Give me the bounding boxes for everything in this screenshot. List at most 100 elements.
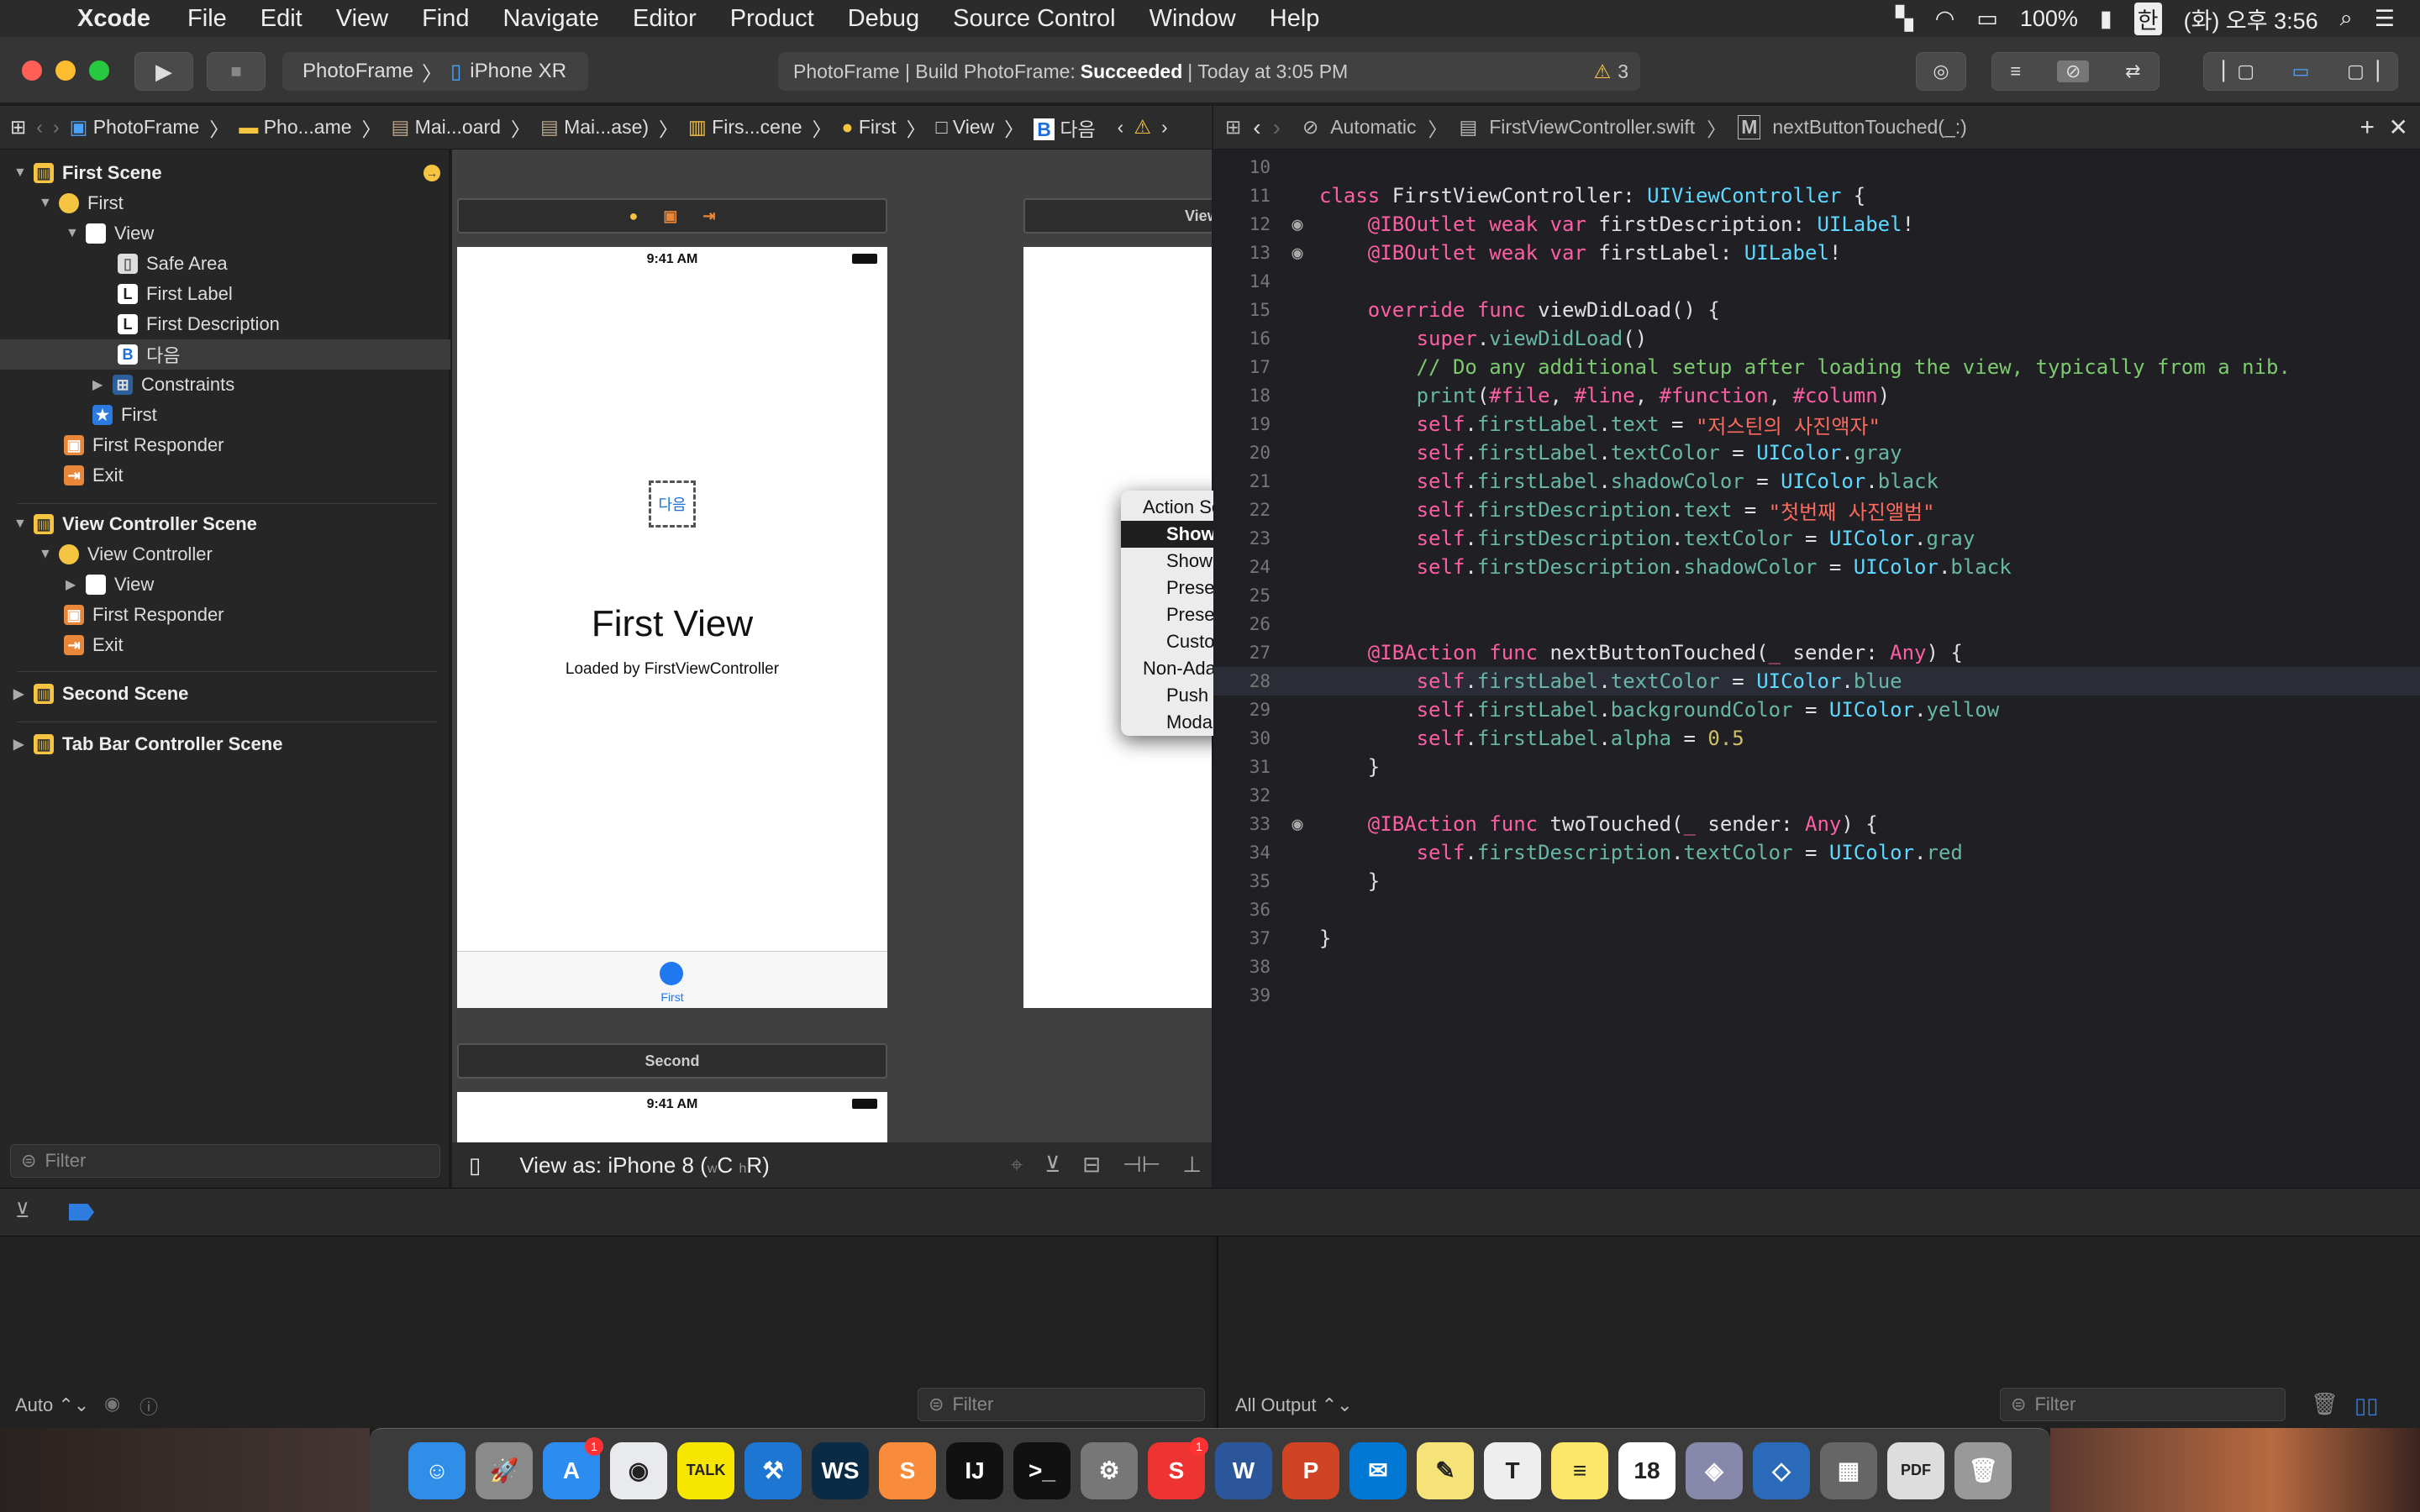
code-line[interactable]: 23 self. firstDescription. textColor = UIC…: [1213, 524, 2420, 553]
window-tile-icon[interactable]: ▚: [1896, 6, 1913, 32]
menu-navigate[interactable]: Navigate: [503, 5, 599, 33]
code-line[interactable]: 24 self. firstDescription. shadowColor = U…: [1213, 553, 2420, 581]
storyboard-canvas[interactable]: ● ▣ ⇥ 9:41 AM 다음 First View Loaded by Fi…: [452, 150, 1212, 1188]
code-line-current[interactable]: 28 self. firstLabel. textColor = UIColor. b…: [1213, 667, 2420, 696]
outline-filter[interactable]: ⊜ Filter: [10, 1144, 440, 1178]
console-filter[interactable]: ⊜ Filter: [2000, 1388, 2286, 1421]
align-icon[interactable]: ⊟: [1082, 1152, 1101, 1179]
assistant-editor-icon[interactable]: ⊘: [2056, 60, 2090, 82]
variables-scope[interactable]: Auto ⌃⌄: [15, 1394, 89, 1416]
outline-row[interactable]: L First Description: [0, 309, 450, 339]
menu-view[interactable]: View: [336, 5, 388, 33]
dock-item-chrome[interactable]: ◉: [610, 1441, 667, 1499]
dock-item-kakaotalk[interactable]: TALK: [677, 1441, 734, 1499]
menu-app-name[interactable]: Xcode: [77, 5, 150, 33]
exit-icon[interactable]: ⇥: [702, 207, 715, 225]
outline-row[interactable]: ⇥ Exit: [0, 630, 450, 660]
disclosure-open-icon[interactable]: ▼: [13, 517, 29, 532]
right-scene-title[interactable]: View: [1023, 198, 1212, 234]
outline-row[interactable]: ▶ ▥ Second Scene: [0, 679, 450, 709]
code-line[interactable]: 38: [1213, 953, 2420, 981]
jump-item-scene[interactable]: ▥ Firs...cene: [688, 116, 802, 139]
jump-item-button[interactable]: B 다음: [1034, 113, 1096, 142]
dock-item-slides[interactable]: S1: [1148, 1436, 1208, 1499]
jump-item-view[interactable]: □ View: [936, 116, 995, 139]
second-scene-title[interactable]: Second: [457, 1043, 887, 1079]
close-window-button[interactable]: [22, 60, 42, 81]
first-responder-icon[interactable]: ▣: [663, 207, 677, 225]
code-line[interactable]: 22 self. firstDescription. text = "첫번째 사진앨…: [1213, 496, 2420, 524]
variables-view[interactable]: Auto ⌃⌄ ◉ ⓘ ⊜ Filter: [0, 1236, 1213, 1428]
outline-row[interactable]: ▯ Safe Area: [0, 249, 450, 279]
disclosure-open-icon[interactable]: ▼: [39, 196, 54, 211]
outline-row[interactable]: ▣ First Responder: [0, 430, 450, 460]
code-line[interactable]: 21 self. firstLabel. shadowColor = UIColor…: [1213, 467, 2420, 496]
airplay-icon[interactable]: ▭: [1976, 6, 1998, 32]
menu-find[interactable]: Find: [422, 5, 469, 33]
jump-item-file[interactable]: FirstViewController.swift: [1489, 116, 1695, 139]
embed-in-icon[interactable]: ⊻: [1044, 1152, 1060, 1179]
code-line[interactable]: 12 ◉ @IBOutlet weak var firstDescription:…: [1213, 210, 2420, 239]
editor-mode-control[interactable]: ≡ ⊘ ⇄: [1991, 52, 2160, 91]
dock-item-instruments[interactable]: ◇: [1753, 1441, 1810, 1499]
dock-item-launchpad[interactable]: 🚀: [476, 1441, 533, 1499]
info-icon[interactable]: ⓘ: [139, 1393, 158, 1420]
jump-item-base[interactable]: ▤ Mai...ase): [540, 116, 649, 139]
disclosure-closed-icon[interactable]: ▶: [66, 576, 81, 593]
related-items-icon[interactable]: ⊞: [1225, 116, 1241, 139]
stop-button[interactable]: ■: [207, 52, 266, 91]
hide-debug-area-icon[interactable]: ⊻: [15, 1199, 30, 1223]
back-arrow-icon[interactable]: ‹: [36, 116, 43, 139]
library-button[interactable]: ◎: [1916, 52, 1966, 91]
dock-item-webstorm[interactable]: WS: [812, 1441, 869, 1499]
battery-icon[interactable]: ▮: [2100, 6, 2112, 32]
menu-edit[interactable]: Edit: [260, 5, 302, 33]
menu-source-control[interactable]: Source Control: [953, 5, 1115, 33]
outline-toggle-icon[interactable]: ▯: [469, 1152, 481, 1179]
dock-item-app-store[interactable]: A1: [543, 1436, 603, 1499]
inspector-toggle-icon[interactable]: ▢▕: [2347, 60, 2379, 82]
code-line[interactable]: 39: [1213, 981, 2420, 1010]
code-line[interactable]: 27 @IBAction func nextButtonTouched(_ se…: [1213, 638, 2420, 667]
code-line[interactable]: 13 ◉ @IBOutlet weak var firstLabel: UILab…: [1213, 239, 2420, 267]
disclosure-open-icon[interactable]: ▼: [13, 165, 29, 181]
jump-item-storyboard[interactable]: ▤ Mai...oard: [392, 116, 501, 139]
code-line[interactable]: 31 }: [1213, 753, 2420, 781]
dock-item-trash[interactable]: 🗑: [1954, 1441, 2012, 1499]
console-view[interactable]: All Output ⌃⌄ ⊜ Filter 🗑 ▯▯: [1217, 1236, 2420, 1428]
code-line[interactable]: 35 }: [1213, 867, 2420, 895]
wifi-icon[interactable]: ◠: [1935, 6, 1955, 32]
navigator-toggle-icon[interactable]: ▏▢: [2223, 60, 2254, 82]
dock-item-pdf[interactable]: PDF: [1887, 1441, 1944, 1499]
code-line[interactable]: 36: [1213, 895, 2420, 924]
input-method-icon[interactable]: 한: [2133, 2, 2162, 35]
code-line[interactable]: 34 self. firstDescription. textColor = UIC…: [1213, 838, 2420, 867]
code-line[interactable]: 10: [1213, 153, 2420, 181]
standard-editor-icon[interactable]: ≡: [2010, 60, 2021, 82]
view-controller-icon[interactable]: ●: [629, 207, 639, 225]
add-constraints-icon[interactable]: ⊣⊢: [1123, 1152, 1160, 1179]
related-items-icon[interactable]: ⊞: [10, 116, 26, 139]
outline-row[interactable]: ▶ View: [0, 570, 450, 600]
code-line[interactable]: 32: [1213, 781, 2420, 810]
outline-row[interactable]: L First Label: [0, 279, 450, 309]
notification-center-icon[interactable]: ☰: [2375, 6, 2395, 32]
forward-arrow-icon[interactable]: ›: [53, 116, 60, 139]
outline-row[interactable]: ▼ ▥ First Scene →: [0, 158, 450, 188]
menu-product[interactable]: Product: [730, 5, 814, 33]
dock-item-word[interactable]: W: [1215, 1441, 1272, 1499]
first-label[interactable]: First View: [457, 603, 887, 645]
first-scene-phone[interactable]: 9:41 AM 다음 First View Loaded by FirstVie…: [457, 247, 887, 1008]
second-scene-phone[interactable]: 9:41 AM: [457, 1092, 887, 1142]
code-line[interactable]: 17 // Do any additional setup after load…: [1213, 353, 2420, 381]
outline-row[interactable]: ▼ First: [0, 188, 450, 218]
dock-item-calendar[interactable]: 18: [1618, 1441, 1676, 1499]
dock-item-notes[interactable]: ≡: [1551, 1441, 1608, 1499]
tab-item-label[interactable]: First: [457, 990, 887, 1004]
dock-item-preferences[interactable]: ⚙: [1081, 1441, 1138, 1499]
breakpoint-toggle-icon[interactable]: [69, 1204, 94, 1221]
split-view-icon[interactable]: ▯▯: [2354, 1393, 2379, 1419]
dock-item-finder[interactable]: ☺: [408, 1441, 466, 1499]
menu-file[interactable]: File: [187, 5, 227, 33]
dock-item-terminal[interactable]: >_: [1013, 1441, 1071, 1499]
